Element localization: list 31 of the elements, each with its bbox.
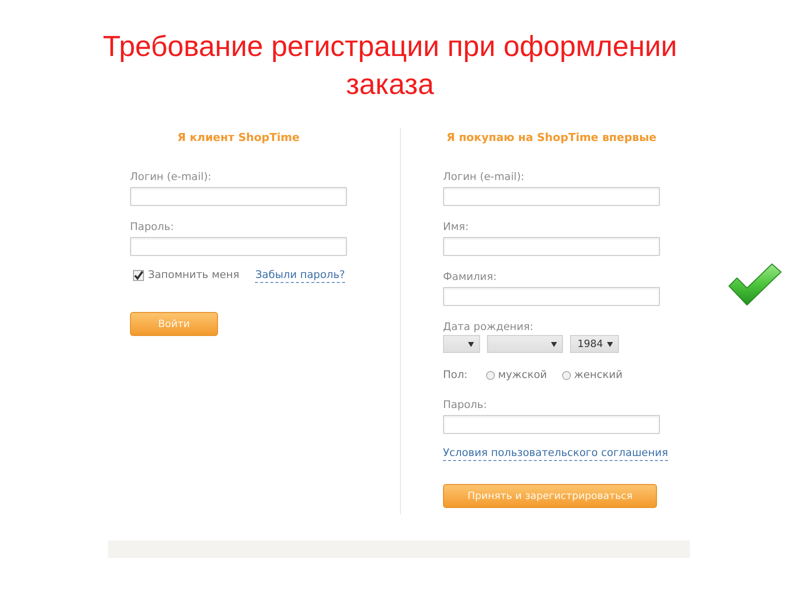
dropdown[interactable] — [443, 335, 480, 353]
field-label: Логин (e-mail): — [443, 170, 524, 184]
caret-icon — [468, 342, 474, 346]
radio-button[interactable] — [486, 370, 495, 380]
input-field[interactable] — [130, 187, 347, 206]
field-label: Имя: — [443, 220, 469, 234]
dropdown[interactable]: 1984 — [570, 335, 619, 353]
field-label: Пол: — [443, 368, 469, 382]
terms-link[interactable]: Условия пользовательского соглашения — [443, 446, 668, 461]
caret-icon — [551, 342, 557, 346]
input-field[interactable] — [130, 237, 347, 256]
radio-label: женский — [574, 368, 623, 382]
field-label: Пароль: — [443, 398, 487, 412]
input-field[interactable] — [443, 287, 660, 306]
radio-button[interactable] — [562, 370, 571, 380]
input-field[interactable] — [443, 187, 660, 206]
panel-heading: Я клиент ShopTime — [177, 130, 300, 146]
slide-title: Требование регистрации при оформлении заказа — [102, 30, 678, 103]
caret-icon — [607, 342, 613, 346]
field-label: Дата рождения: — [443, 320, 534, 334]
field-label: Пароль: — [130, 220, 174, 234]
checkbox[interactable] — [133, 270, 144, 280]
panel-heading: Я покупаю на ShopTime впервые — [446, 130, 656, 146]
input-field[interactable] — [443, 415, 660, 434]
field-label: Логин (e-mail): — [130, 170, 212, 184]
input-field[interactable] — [443, 237, 660, 256]
forgot-password-link[interactable]: Забыли пароль? — [255, 268, 345, 282]
field-label: Фамилия: — [443, 270, 497, 284]
checkmark-icon — [728, 263, 782, 306]
checkbox-label: Запомнить меня — [148, 268, 240, 282]
radio-label: мужской — [498, 368, 547, 382]
